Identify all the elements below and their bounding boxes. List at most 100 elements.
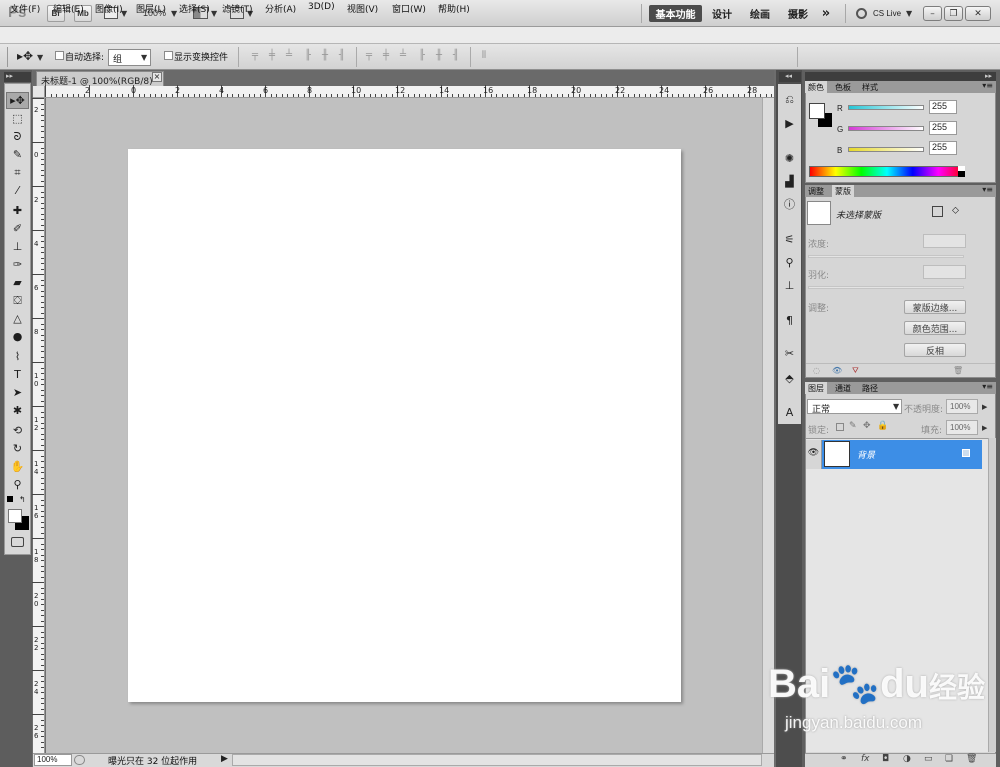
foreground-color-swatch[interactable]	[809, 103, 825, 119]
default-colors-icon[interactable]	[7, 496, 13, 502]
menu-analysis[interactable]: 分析(A)	[265, 2, 296, 15]
panel-menu-icon[interactable]: ▾≡	[982, 185, 993, 194]
workspace-painting[interactable]: 绘画	[744, 5, 776, 22]
brush-presets-panel-icon[interactable]: ⚟	[779, 230, 800, 248]
tab-paths[interactable]: 路径	[859, 382, 881, 394]
align-bottom-icon[interactable]: ╧	[282, 50, 296, 62]
red-slider[interactable]	[848, 105, 924, 110]
tools-panel-header[interactable]: ▸▸	[4, 72, 31, 82]
brush-tool-icon[interactable]: ✐	[6, 220, 29, 237]
eye-icon[interactable]: 👁	[806, 440, 822, 469]
menu-image[interactable]: 图像(I)	[95, 2, 123, 15]
horizontal-scrollbar[interactable]	[232, 754, 762, 766]
invert-button[interactable]: 反相	[904, 343, 966, 357]
lock-pixels-icon[interactable]: ✎	[849, 421, 857, 431]
hand-tool-icon[interactable]: ✋	[6, 458, 29, 475]
quick-selection-tool-icon[interactable]: ✎	[6, 146, 29, 163]
color-spectrum-ramp[interactable]	[809, 166, 965, 177]
cs-live-label[interactable]: CS Live	[873, 9, 901, 18]
restore-button[interactable]: ❐	[944, 6, 963, 21]
paragraph-panel-icon[interactable]: ¶	[779, 311, 800, 329]
tab-styles[interactable]: 样式	[859, 81, 881, 93]
delete-layer-icon[interactable]: 🗑	[966, 754, 977, 764]
move-tool-preset-icon[interactable]: ▸✥	[17, 49, 33, 63]
history-panel-icon[interactable]: ⎌	[779, 91, 800, 109]
chevron-right-icon[interactable]: ▶	[982, 403, 987, 411]
color-range-button[interactable]: 颜色范围...	[904, 321, 966, 335]
lasso-tool-icon[interactable]: ᘐ	[6, 128, 29, 145]
menu-window[interactable]: 窗口(W)	[392, 2, 426, 15]
panel-dock-header[interactable]: ▸▸	[805, 72, 996, 81]
info-panel-icon[interactable]: ⓘ	[779, 195, 800, 213]
align-vcenter-icon[interactable]: ╪	[265, 50, 279, 62]
document-tab[interactable]: 未标题-1 @ 100%(RGB/8)	[36, 71, 164, 86]
distribute-hcenter-icon[interactable]: ╫	[432, 50, 446, 62]
clone-source-panel-icon[interactable]: ⚲	[779, 253, 800, 271]
tab-swatches[interactable]: 色板	[832, 81, 854, 93]
view-mask-icon[interactable]: 👁	[832, 366, 842, 375]
density-field[interactable]	[923, 234, 966, 248]
lock-transparency-icon[interactable]	[836, 423, 844, 431]
workspace-design[interactable]: 设计	[706, 5, 738, 22]
clone-stamp-tool-icon[interactable]: ⊥	[6, 238, 29, 255]
grip-handle[interactable]	[7, 47, 8, 67]
3d-panel-icon[interactable]: ✺	[779, 149, 800, 167]
chevron-down-icon[interactable]: ▼	[171, 9, 177, 18]
align-top-icon[interactable]: ╤	[248, 50, 262, 62]
document-canvas[interactable]	[128, 149, 681, 702]
tab-adjustments[interactable]: 调整	[805, 185, 827, 197]
distribute-left-icon[interactable]: ╟	[415, 50, 429, 62]
chevron-right-icon[interactable]: ▶	[982, 424, 987, 432]
actions-panel-icon[interactable]: ▶	[779, 114, 800, 132]
dodge-tool-icon[interactable]: ●	[6, 328, 29, 345]
eraser-tool-icon[interactable]: ▰	[6, 274, 29, 291]
layer-style-icon[interactable]: fx	[861, 754, 870, 764]
crop-tool-icon[interactable]: ⌗	[6, 164, 29, 181]
tab-channels[interactable]: 通道	[832, 382, 854, 394]
align-hcenter-icon[interactable]: ╫	[318, 50, 332, 62]
3d-rotate-tool-icon[interactable]: ⟲	[6, 422, 29, 439]
auto-align-layers-icon[interactable]: ⫴	[477, 50, 491, 62]
layers-scrollbar[interactable]	[988, 438, 996, 752]
delete-mask-icon[interactable]: 🗑	[953, 366, 963, 375]
eyedropper-tool-icon[interactable]: ⁄	[6, 182, 29, 199]
panel-menu-icon[interactable]: ▾≡	[982, 81, 993, 90]
add-mask-icon[interactable]: ◘	[882, 754, 889, 764]
marquee-tool-icon[interactable]: ⬚	[6, 110, 29, 127]
ruler-origin[interactable]	[33, 86, 45, 98]
menu-select[interactable]: 选择(S)	[179, 2, 210, 15]
menu-file[interactable]: 文件(F)	[10, 2, 40, 15]
distribute-bottom-icon[interactable]: ╧	[396, 50, 410, 62]
tab-color[interactable]: 颜色	[805, 81, 827, 93]
brush-panel-icon[interactable]: ✂	[779, 344, 800, 362]
density-slider[interactable]	[808, 255, 964, 258]
chevron-down-icon[interactable]: ▼	[211, 9, 217, 18]
histogram-panel-icon[interactable]: ▟	[779, 172, 800, 190]
green-slider[interactable]	[848, 126, 924, 131]
load-selection-icon[interactable]: ◌	[813, 366, 820, 375]
history-brush-tool-icon[interactable]: ✑	[6, 256, 29, 273]
collapse-dock-icon[interactable]: ◂◂	[779, 72, 801, 82]
chevron-down-icon[interactable]: ▼	[906, 9, 912, 18]
zoom-field[interactable]: 100%	[34, 754, 72, 766]
layer-comps-panel-icon[interactable]: ⬘	[779, 369, 800, 387]
minimize-button[interactable]: –	[923, 6, 942, 21]
pen-tool-icon[interactable]: ⌇	[6, 348, 29, 365]
align-right-icon[interactable]: ╢	[335, 50, 349, 62]
lock-position-icon[interactable]: ✥	[863, 421, 871, 431]
path-selection-tool-icon[interactable]: ➤	[6, 384, 29, 401]
menu-edit[interactable]: 编辑(E)	[53, 2, 84, 15]
apply-mask-icon[interactable]: ⛛	[852, 366, 859, 376]
chevron-down-icon[interactable]: ▼	[37, 53, 43, 62]
foreground-color-swatch[interactable]	[8, 509, 22, 523]
feather-slider[interactable]	[808, 286, 964, 289]
vector-mask-icon[interactable]: ⬦	[952, 205, 959, 216]
swap-colors-icon[interactable]: ↰	[19, 495, 26, 504]
show-transform-checkbox[interactable]	[164, 51, 173, 60]
blur-tool-icon[interactable]: △	[6, 310, 29, 327]
tool-presets-panel-icon[interactable]: ⊥	[779, 276, 800, 294]
healing-brush-tool-icon[interactable]: ✚	[6, 202, 29, 219]
character-panel-icon[interactable]: A	[779, 403, 800, 421]
link-layers-icon[interactable]: ⚭	[840, 754, 848, 764]
zoom-tool-icon[interactable]: ⚲	[6, 476, 29, 493]
